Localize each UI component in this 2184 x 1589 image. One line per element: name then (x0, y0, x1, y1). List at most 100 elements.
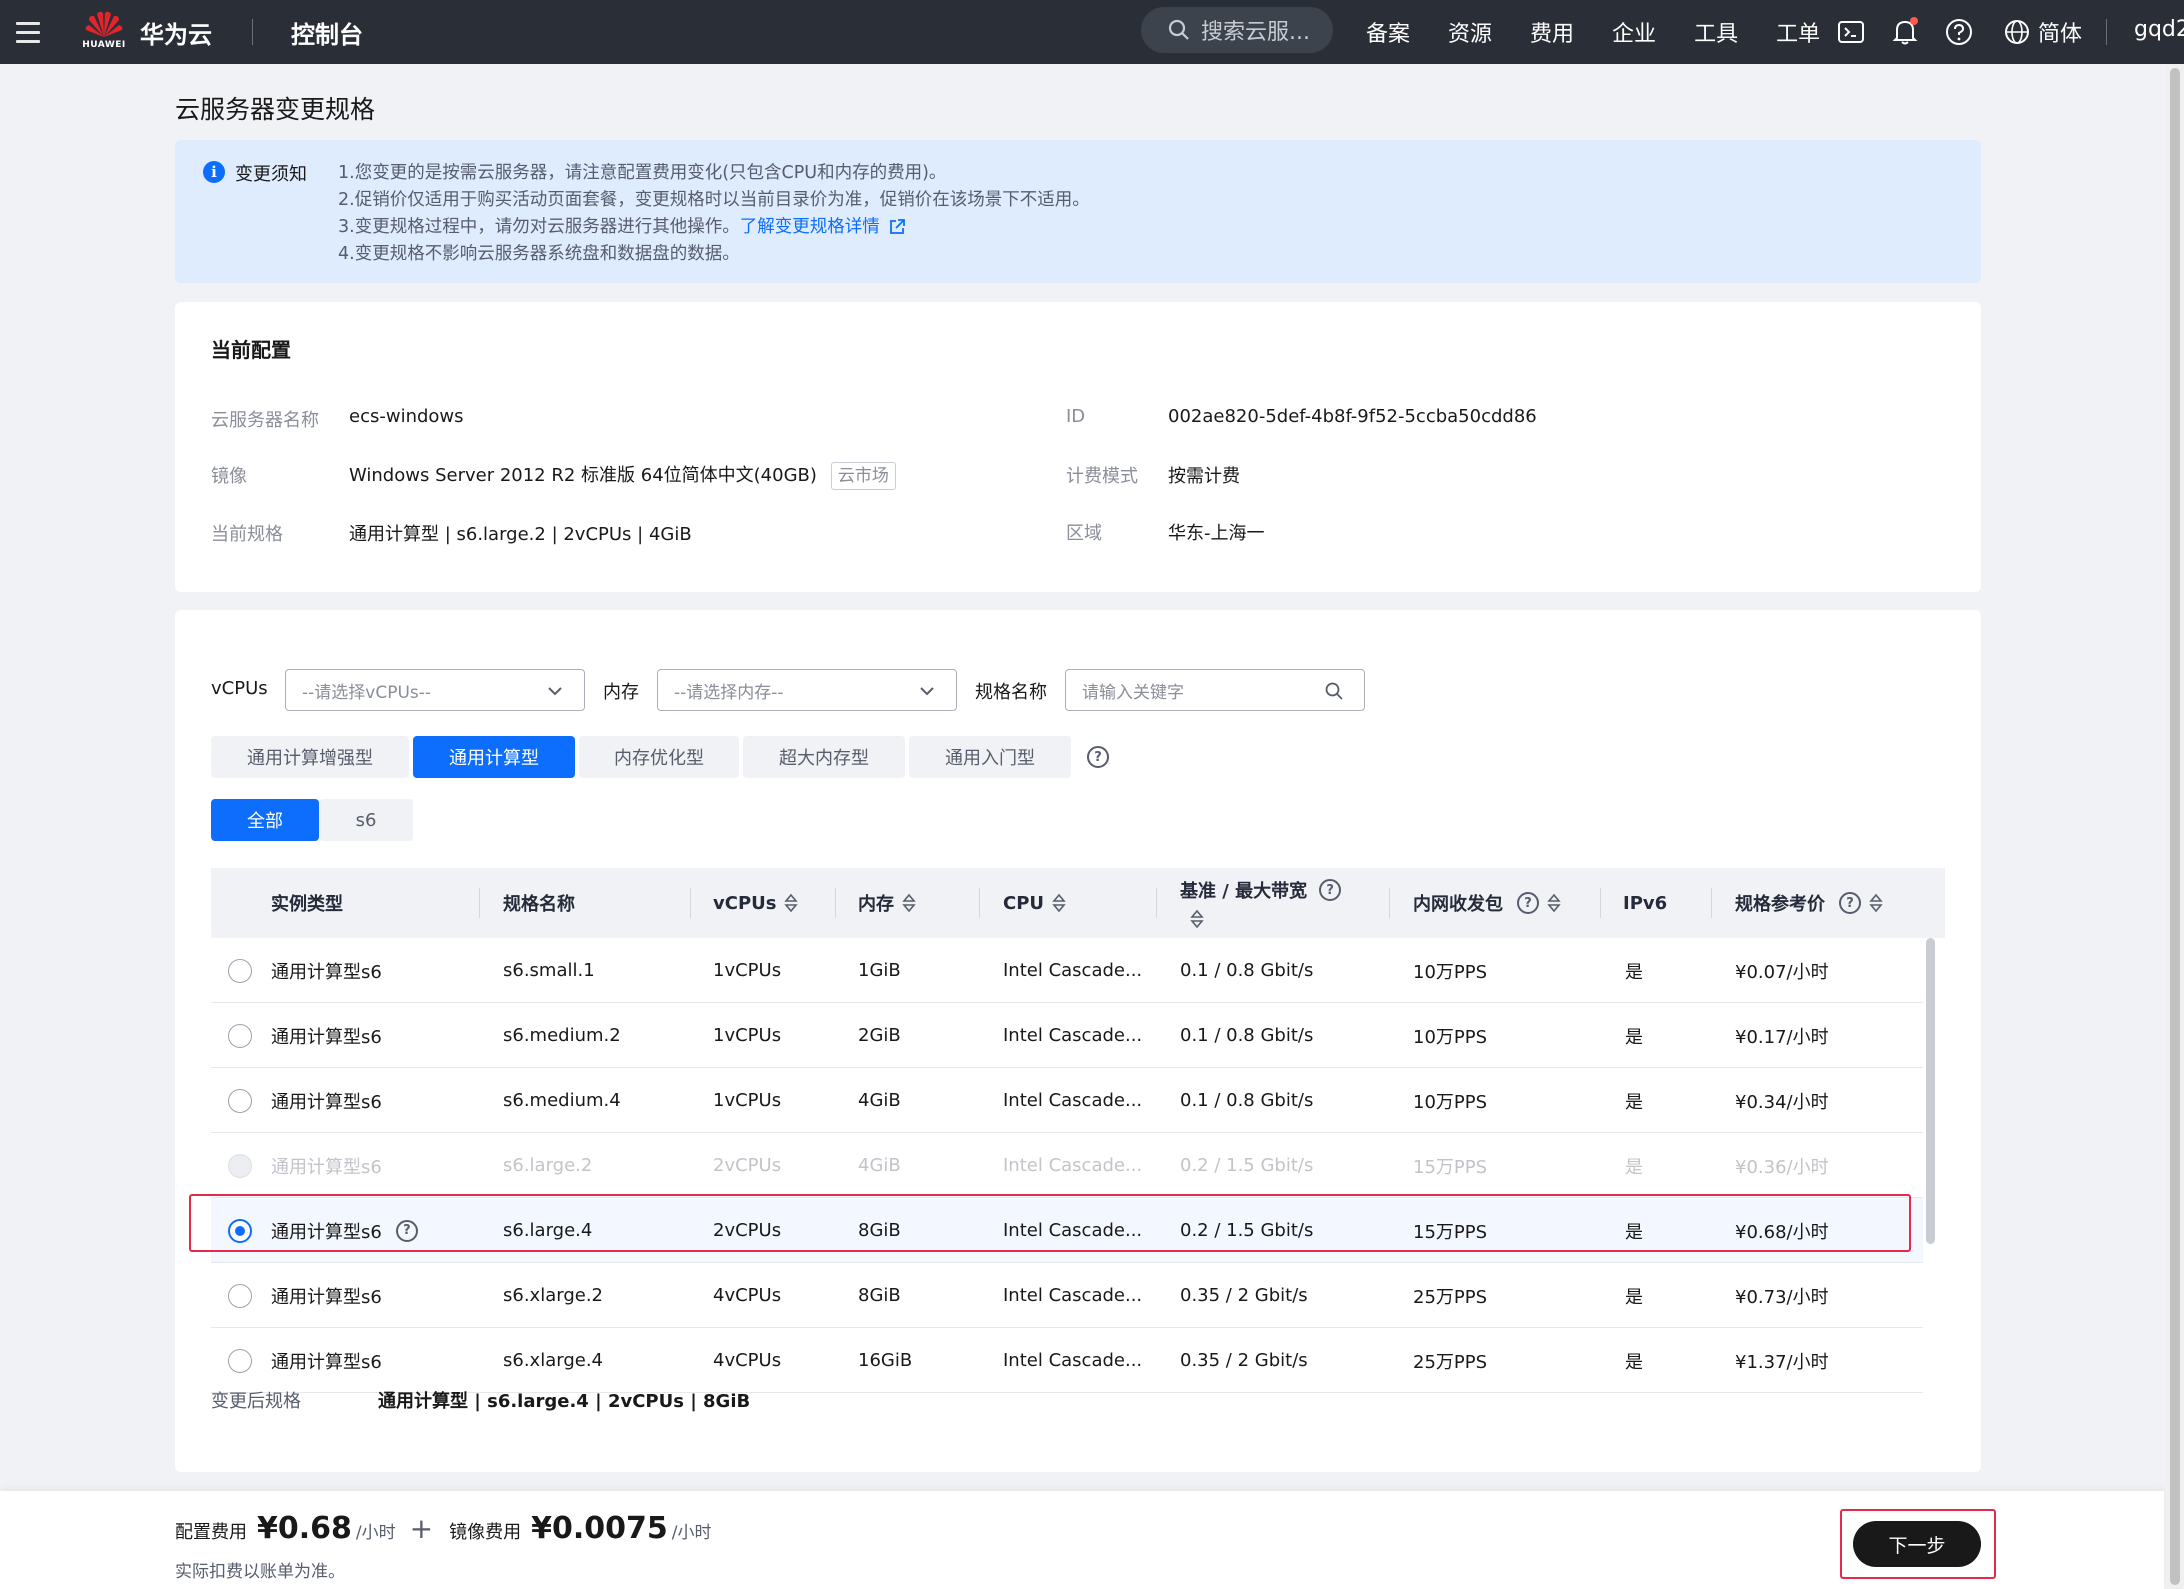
row-radio[interactable] (228, 1023, 252, 1048)
sort-icon[interactable] (1052, 893, 1066, 913)
notice-lines: 1.您变更的是按需云服务器，请注意配置费用变化(只包含CPU和内存的费用)。 2… (338, 160, 1090, 268)
cell-bandwidth: 0.1 / 0.8 Gbit/s (1180, 960, 1314, 981)
col-memory[interactable]: 内存 (858, 868, 916, 938)
language-switch[interactable]: 简体 (2004, 16, 2082, 48)
info-icon: i (203, 161, 225, 183)
billing-value: 按需计费 (1168, 466, 1240, 487)
table-row[interactable]: 通用计算型s6 s6.xlarge.2 4vCPUs 8GiB Intel Cascad… (211, 1263, 1923, 1328)
global-search[interactable]: 搜索云服... (1141, 7, 1333, 53)
sort-icon[interactable] (902, 893, 916, 913)
page-scrollbar[interactable] (2166, 64, 2184, 1589)
chip-s6[interactable]: s6 (319, 799, 413, 841)
vcpu-select[interactable]: --请选择vCPUs-- (285, 669, 585, 711)
new-spec-label: 变更后规格 (211, 1391, 301, 1412)
chip-all[interactable]: 全部 (211, 799, 319, 841)
next-button-highlight (1840, 1509, 1996, 1579)
console-link[interactable]: 控制台 (291, 15, 363, 50)
cell-name: s6.xlarge.4 (503, 1350, 603, 1371)
search-icon[interactable] (1324, 681, 1344, 701)
nav-link-enterprise[interactable]: 企业 (1612, 16, 1656, 48)
table-scrollbar[interactable] (1926, 938, 1935, 1244)
sort-icon[interactable] (1869, 893, 1883, 913)
tab-large-memory[interactable]: 超大内存型 (743, 736, 905, 778)
table-row[interactable]: 通用计算型s6 s6.small.1 1vCPUs 1GiB Intel Cascade… (211, 938, 1923, 1003)
notice-line-3-row: 3.变更规格过程中，请勿对云服务器进行其他操作。了解变更规格详情 (338, 214, 1090, 241)
nav-link-billing[interactable]: 费用 (1530, 16, 1574, 48)
row-radio[interactable] (228, 1283, 252, 1308)
cell-instance-type: 通用计算型s6 (271, 1003, 382, 1068)
id-value: 002ae820-5def-4b8f-9f52-5ccba50cdd86 (1168, 406, 1537, 427)
current-spec-value: 通用计算型 | s6.large.2 | 2vCPUs | 4GiB (349, 524, 692, 545)
page-scrollbar-thumb[interactable] (2170, 68, 2180, 1585)
id-label: ID (1066, 406, 1086, 427)
spec-name-search-input[interactable]: 请输入关键字 (1065, 669, 1365, 711)
col-cpu-label: CPU (1003, 892, 1045, 914)
table-row[interactable]: 通用计算型s6? s6.large.4 2vCPUs 8GiB Intel Cascad… (211, 1198, 1923, 1263)
plus-sign: + (409, 1512, 434, 1545)
table-row[interactable]: 通用计算型s6 s6.xlarge.4 4vCPUs 16GiB Intel Casca… (211, 1328, 1923, 1393)
col-bandwidth[interactable]: 基准 / 最大带宽 ? (1180, 868, 1342, 938)
external-link-icon[interactable] (888, 218, 906, 236)
brand-name: 华为云 (140, 20, 212, 49)
nav-link-tickets[interactable]: 工单 (1776, 16, 1820, 48)
memory-select[interactable]: --请选择内存-- (657, 669, 957, 711)
cell-cpu: Intel Cascade... (1003, 1285, 1143, 1306)
nav-link-tools[interactable]: 工具 (1694, 16, 1738, 48)
tab-general-entry[interactable]: 通用入门型 (909, 736, 1071, 778)
col-pps[interactable]: 内网收发包 ? (1413, 868, 1561, 938)
cell-bandwidth: 0.2 / 1.5 Gbit/s (1180, 1155, 1314, 1176)
new-spec-value: 通用计算型 | s6.large.4 | 2vCPUs | 8GiB (378, 1391, 751, 1412)
generation-filter: 全部 s6 (211, 799, 413, 841)
table-row[interactable]: 通用计算型s6 s6.medium.4 1vCPUs 4GiB Intel Cascad… (211, 1068, 1923, 1133)
cell-pps: 25万PPS (1413, 1286, 1488, 1308)
cell-name: s6.medium.4 (503, 1090, 621, 1111)
col-divider (690, 888, 691, 918)
tabs-help[interactable]: ? (1087, 736, 1109, 778)
instance-type-text: 通用计算型s6 (271, 1221, 382, 1243)
image-fee-unit: /小时 (671, 1523, 712, 1543)
cell-instance-type: 通用计算型s6 (271, 1133, 382, 1198)
user-account[interactable]: gqd2 (2134, 17, 2184, 42)
cell-memory: 2GiB (858, 1025, 901, 1046)
nav-link-beian[interactable]: 备案 (1366, 16, 1410, 48)
row-radio[interactable] (228, 1218, 252, 1243)
sort-icon[interactable] (784, 893, 799, 913)
cell-instance-type: 通用计算型s6 (271, 938, 382, 1003)
menu-icon[interactable] (0, 0, 56, 64)
table-header: 实例类型 规格名称 vCPUs 内存 CPU 基准 / 最大带宽 ? 内网收发包… (211, 868, 1945, 938)
col-vcpus[interactable]: vCPUs (713, 868, 799, 938)
terminal-icon[interactable] (1836, 17, 1866, 47)
row-radio[interactable] (228, 958, 252, 983)
nav-links: 备案 资源 费用 企业 工具 工单 (1366, 0, 1858, 64)
help-icon[interactable]: ? (1319, 879, 1342, 901)
col-memory-label: 内存 (858, 894, 894, 915)
row-radio[interactable] (228, 1348, 252, 1373)
flavor-family-tabs: 通用计算增强型 通用计算型 内存优化型 超大内存型 通用入门型 ? (211, 736, 1109, 778)
nav-divider (252, 19, 253, 45)
sort-icon[interactable] (1190, 909, 1204, 929)
bell-icon[interactable] (1890, 17, 1920, 47)
global-search-placeholder: 搜索云服... (1201, 20, 1310, 45)
col-divider (1156, 888, 1157, 918)
help-icon[interactable]: ? (395, 1219, 418, 1242)
tab-general-compute[interactable]: 通用计算型 (413, 736, 575, 778)
help-icon[interactable]: ? (1517, 892, 1539, 914)
sort-icon[interactable] (1547, 893, 1561, 913)
col-cpu[interactable]: CPU (1003, 868, 1066, 938)
help-icon[interactable] (1944, 17, 1974, 47)
col-divider (979, 888, 980, 918)
tab-general-enhanced[interactable]: 通用计算增强型 (211, 736, 409, 778)
help-icon[interactable]: ? (1839, 892, 1861, 914)
cell-vcpus: 2vCPUs (713, 1155, 782, 1176)
learn-more-link[interactable]: 了解变更规格详情 (740, 217, 880, 237)
tab-memory-optimized[interactable]: 内存优化型 (579, 736, 739, 778)
table-row[interactable]: 通用计算型s6 s6.medium.2 1vCPUs 2GiB Intel Cascad… (211, 1003, 1923, 1068)
nav-link-resources[interactable]: 资源 (1448, 16, 1492, 48)
globe-icon (2005, 20, 2029, 44)
cell-name: s6.medium.2 (503, 1025, 621, 1046)
row-radio[interactable] (228, 1088, 252, 1113)
help-icon[interactable]: ? (1087, 746, 1109, 768)
logo-wordmark: HUAWEI (82, 40, 126, 50)
huawei-logo[interactable]: HUAWEI 华为云 (82, 10, 212, 54)
col-price[interactable]: 规格参考价 ? (1735, 868, 1883, 938)
